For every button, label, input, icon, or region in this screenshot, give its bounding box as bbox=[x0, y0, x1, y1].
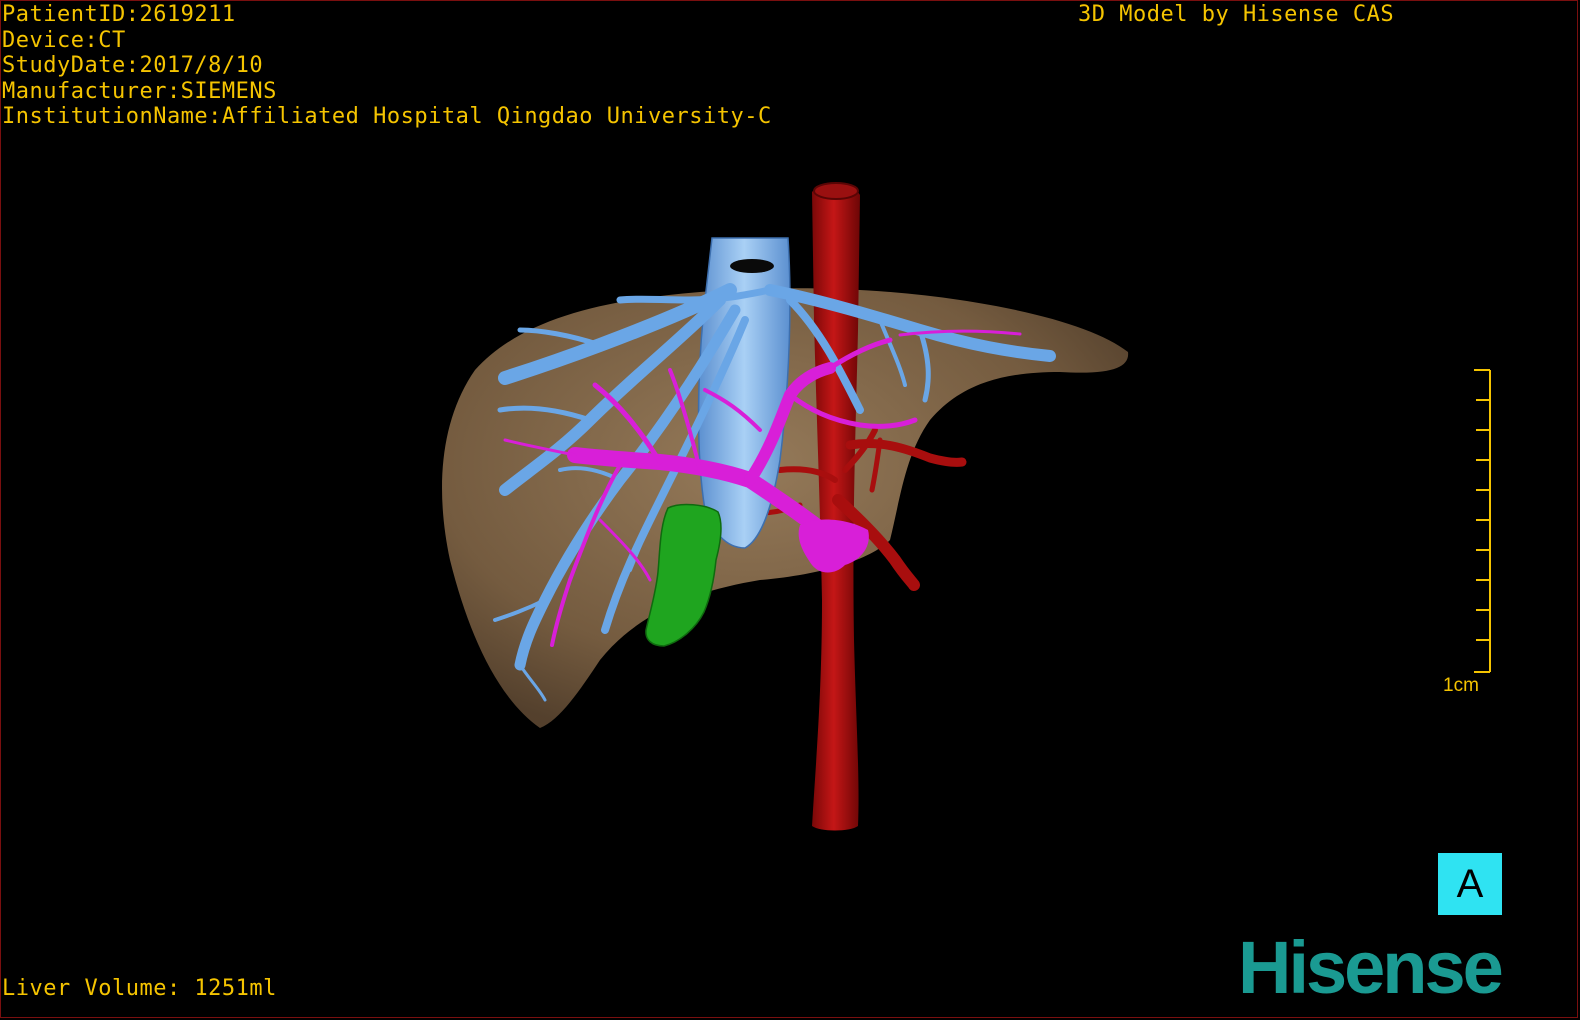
view-orientation-button[interactable]: A bbox=[1438, 853, 1502, 915]
liver-volume: Liver Volume: 1251ml bbox=[2, 976, 277, 1001]
hisense-logo: Hisense bbox=[1238, 926, 1504, 1009]
scale-bar-label: 1cm bbox=[1443, 675, 1479, 696]
scale-bar-icon bbox=[1474, 369, 1491, 673]
